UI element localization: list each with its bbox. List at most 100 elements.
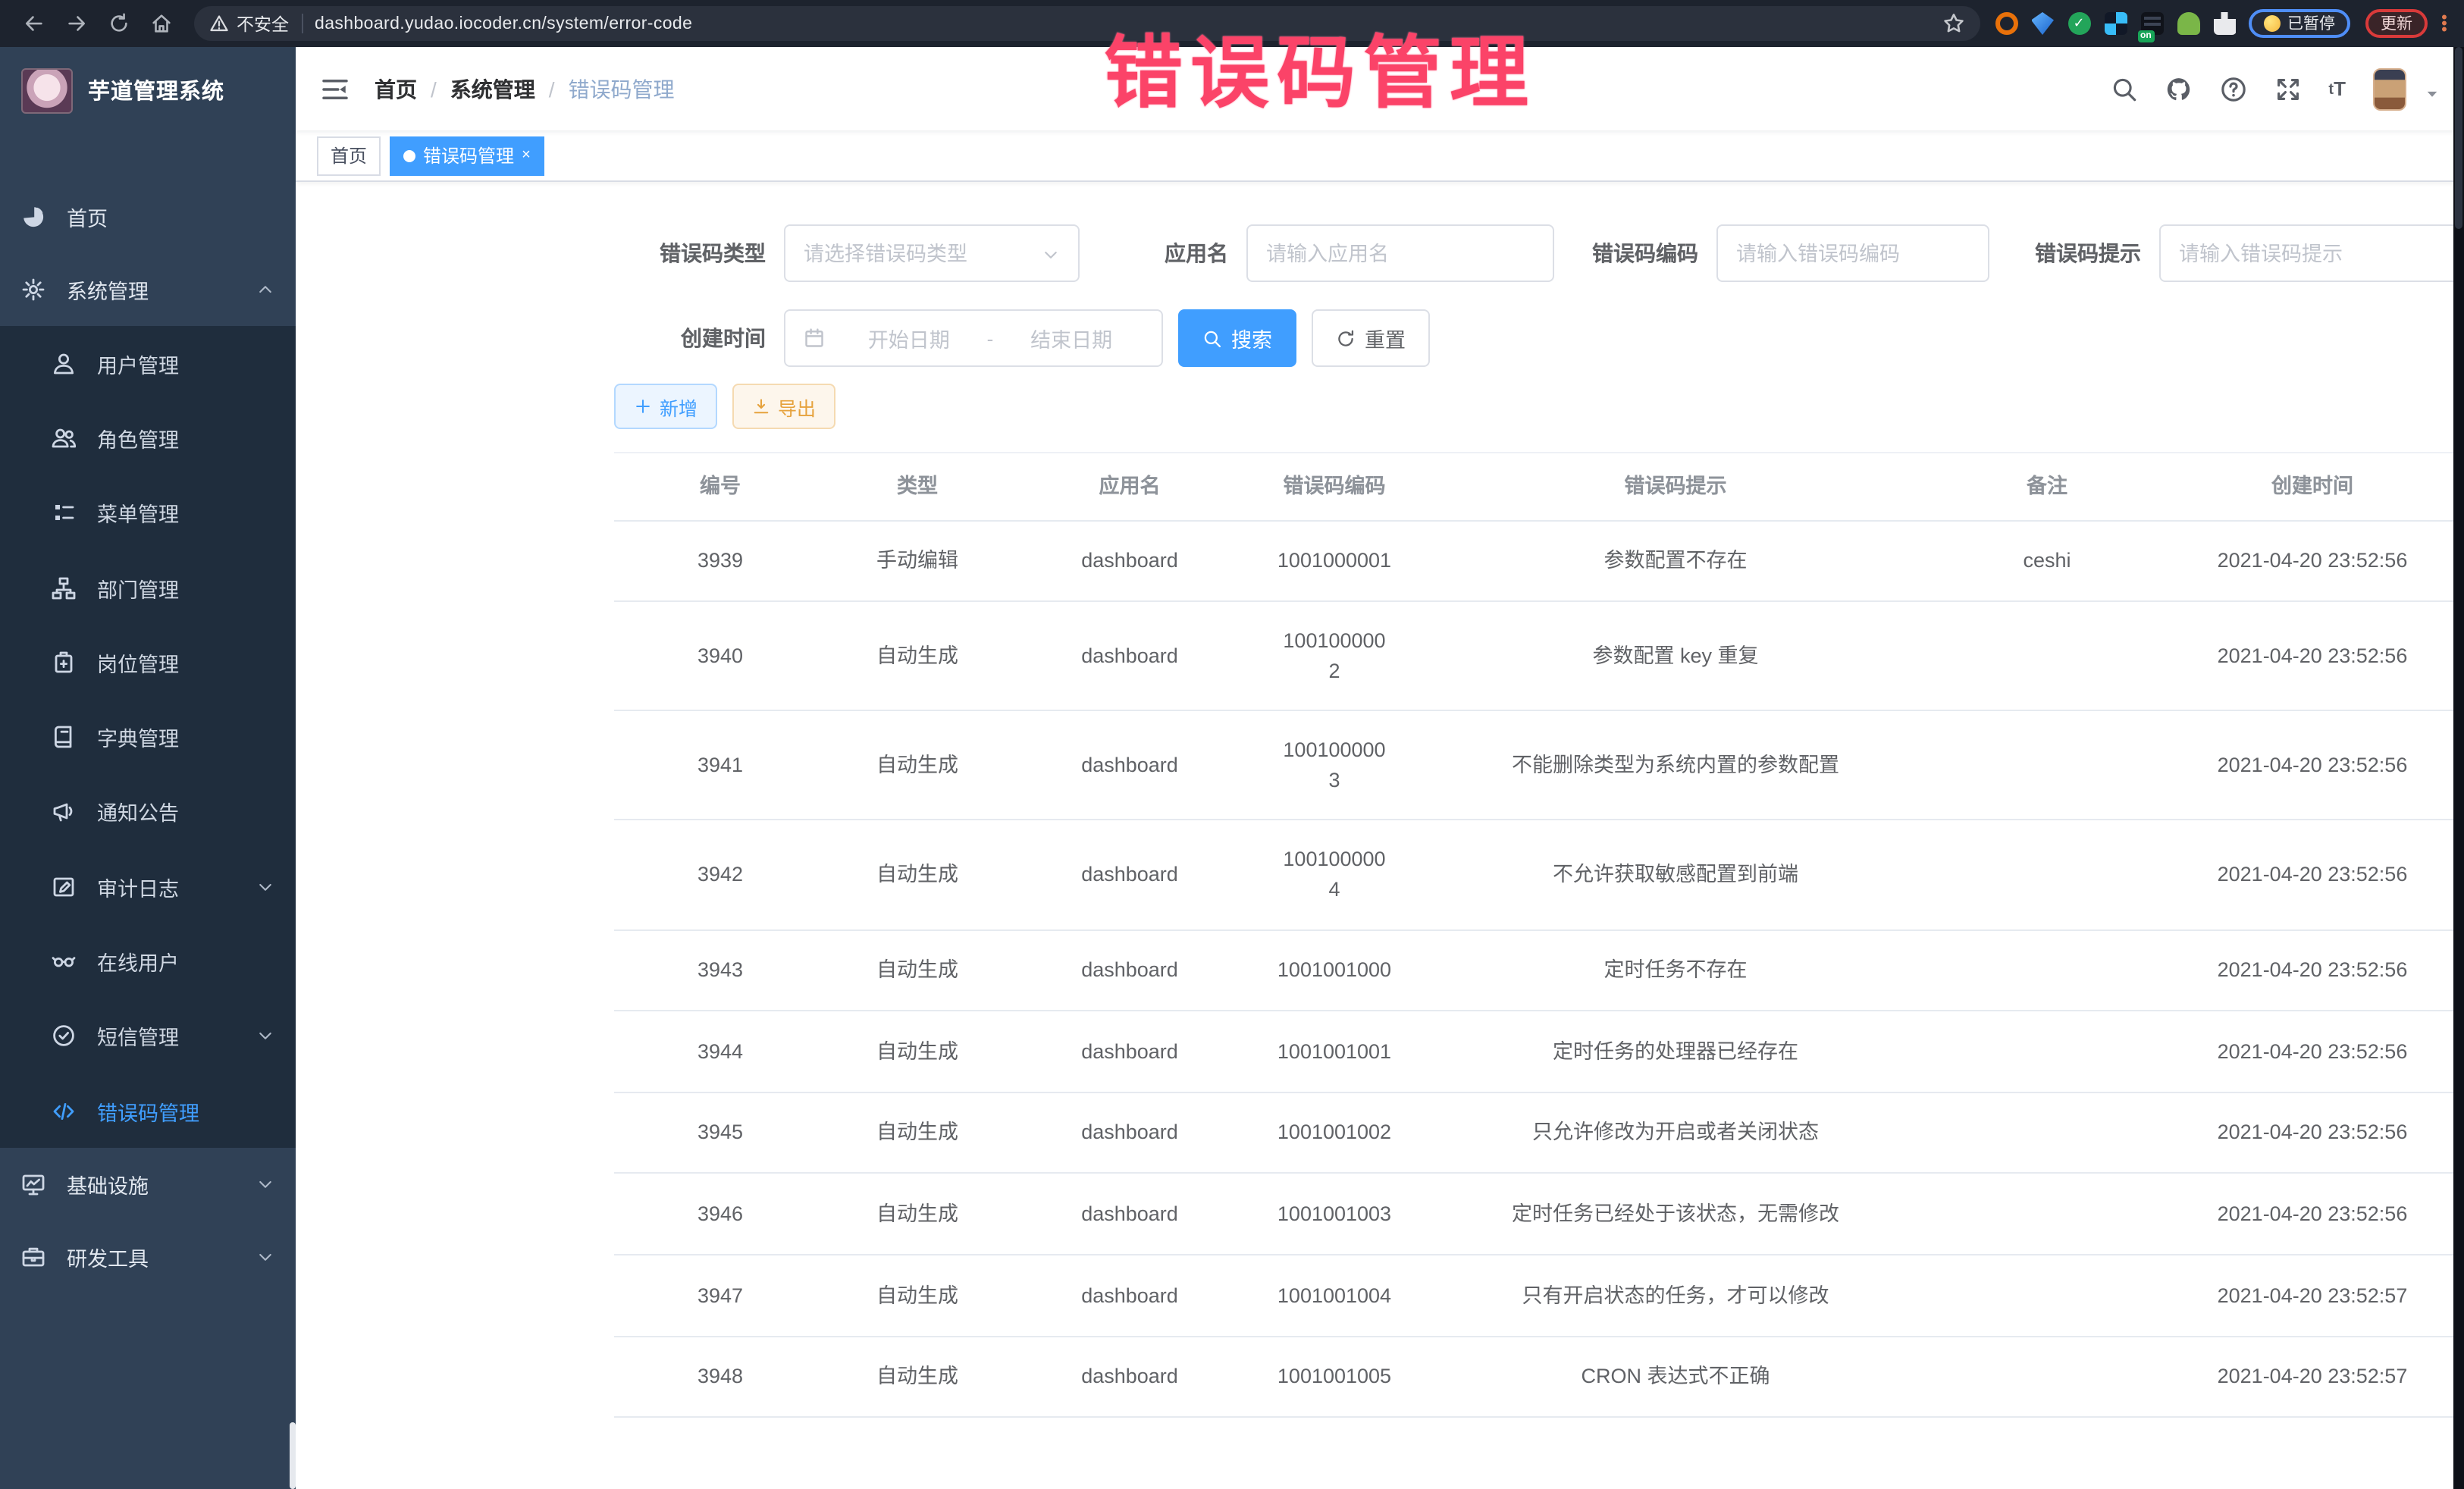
extension-icon[interactable] — [2104, 12, 2127, 35]
error-hint-field[interactable] — [2159, 224, 2459, 282]
cell-code: 1001001005 — [1251, 1337, 1418, 1415]
sidebar-item-基础设施[interactable]: 基础设施 — [0, 1149, 296, 1221]
sidebar-item-短信管理[interactable]: 短信管理 — [0, 998, 296, 1074]
sidebar-item-系统管理[interactable]: 系统管理 — [0, 253, 296, 326]
sidebar-item-错误码管理[interactable]: 错误码管理 — [0, 1074, 296, 1149]
chevron-up-icon — [256, 281, 274, 299]
sidebar-item-字典管理[interactable]: 字典管理 — [0, 700, 296, 775]
search-button[interactable]: 搜索 — [1178, 309, 1296, 367]
extension-icon[interactable] — [2177, 12, 2199, 35]
error-code-input[interactable] — [1736, 242, 1970, 265]
sidebar-logo[interactable]: 芋道管理系统 — [0, 47, 296, 133]
filter-row-2: 创建时间 开始日期 - 结束日期 搜索 — [614, 309, 2464, 367]
extension-icon[interactable]: ✓ — [2067, 12, 2090, 35]
add-button[interactable]: 新增 — [614, 384, 717, 429]
chevron-down-icon — [1042, 244, 1060, 262]
browser-reload-icon[interactable] — [102, 7, 135, 40]
app-name-input[interactable] — [1266, 242, 1535, 265]
breadcrumb-home[interactable]: 首页 — [375, 74, 417, 104]
cell-type: 自动生成 — [826, 835, 1008, 914]
cell-type: 自动生成 — [826, 726, 1008, 804]
error-type-select[interactable] — [784, 224, 1080, 282]
tab-label: 错误码管理 — [423, 143, 514, 168]
search-icon[interactable] — [2110, 75, 2137, 102]
sidebar-item-角色管理[interactable]: 角色管理 — [0, 401, 296, 476]
reset-button[interactable]: 重置 — [1312, 309, 1430, 367]
extension-icon[interactable]: on — [2140, 12, 2163, 35]
user-avatar[interactable] — [2373, 67, 2406, 110]
gear-icon — [21, 277, 45, 302]
megaphone-icon — [52, 800, 76, 824]
sidebar-item-label: 系统管理 — [67, 274, 149, 305]
fullscreen-icon[interactable] — [2274, 75, 2301, 102]
extension-icon[interactable] — [2031, 12, 2054, 35]
sidebar-item-label: 错误码管理 — [97, 1096, 199, 1126]
error-code-table: 编号类型应用名错误码编码错误码提示备注创建时间操作3939手动编辑dashboa… — [614, 452, 2464, 1418]
help-icon[interactable] — [2219, 75, 2246, 102]
export-button[interactable]: 导出 — [732, 384, 835, 429]
sidebar-item-label: 部门管理 — [97, 572, 179, 603]
cell-remark: ceshi — [1933, 522, 2161, 600]
table-row: 3947自动生成dashboard1001001004只有开启状态的任务，才可以… — [614, 1255, 2464, 1337]
view-tab-首页[interactable]: 首页 — [317, 136, 381, 175]
sidebar-item-部门管理[interactable]: 部门管理 — [0, 550, 296, 625]
breadcrumb-system[interactable]: 系统管理 — [450, 74, 535, 104]
cell-app: dashboard — [1008, 931, 1251, 1009]
table-toolbar: 新增 导出 — [614, 384, 2464, 429]
sidebar-item-菜单管理[interactable]: 菜单管理 — [0, 475, 296, 550]
chevron-down-icon — [256, 1027, 274, 1045]
error-code-label: 错误码编码 — [1554, 238, 1716, 268]
cell-type: 自动生成 — [826, 931, 1008, 1009]
table-row: 3942自动生成dashboard100100000 4不允许获取敏感配置到前端… — [614, 821, 2464, 930]
close-tab-icon[interactable]: × — [522, 147, 531, 164]
avatar-caret-down-icon[interactable] — [2425, 81, 2440, 96]
browser-menu-icon[interactable]: ••• — [2437, 14, 2452, 33]
error-type-select-input[interactable] — [804, 242, 1042, 265]
cell-time: 2021-04-20 23:52:56 — [2161, 1012, 2464, 1090]
cell-code: 1001000001 — [1251, 522, 1418, 600]
sidebar-item-通知公告[interactable]: 通知公告 — [0, 775, 296, 850]
column-header-备注: 备注 — [1933, 453, 2161, 519]
github-icon[interactable] — [2165, 75, 2192, 102]
dashboard-icon — [21, 205, 45, 229]
create-time-range-picker[interactable]: 开始日期 - 结束日期 — [784, 309, 1163, 367]
cell-code: 1001001002 — [1251, 1094, 1418, 1172]
browser-back-icon[interactable] — [17, 7, 50, 40]
error-hint-input[interactable] — [2179, 242, 2440, 265]
sidebar-item-研发工具[interactable]: 研发工具 — [0, 1221, 296, 1294]
page-scrollbar[interactable] — [2453, 47, 2464, 1489]
table-row: 3943自动生成dashboard1001001000定时任务不存在2021-0… — [614, 930, 2464, 1011]
sidebar-item-在线用户[interactable]: 在线用户 — [0, 924, 296, 999]
extension-on-badge: on — [2137, 30, 2155, 42]
browser-forward-icon[interactable] — [59, 7, 92, 40]
update-button[interactable]: 更新 — [2365, 9, 2428, 38]
app-name-label: 应用名 — [1080, 238, 1246, 268]
cell-remark — [1933, 1027, 2161, 1076]
cell-id: 3943 — [614, 931, 826, 1009]
font-size-icon[interactable]: tT — [2328, 79, 2346, 99]
collapse-sidebar-icon[interactable] — [320, 74, 350, 104]
date-range-separator: - — [981, 327, 1000, 350]
extensions-puzzle-icon[interactable] — [2213, 12, 2236, 35]
code-icon — [52, 1099, 76, 1123]
sidebar-item-首页[interactable]: 首页 — [0, 180, 296, 253]
view-tab-错误码管理[interactable]: 错误码管理 × — [390, 136, 544, 175]
cell-hint: 定时任务已经处于该状态，无需修改 — [1418, 1175, 1933, 1253]
app-name-field[interactable] — [1246, 224, 1554, 282]
paused-badge[interactable]: 已暂停 — [2248, 9, 2350, 38]
address-bar[interactable]: 不安全 dashboard.yudao.iocoder.cn/system/er… — [194, 6, 1980, 41]
sidebar-item-label: 审计日志 — [97, 871, 179, 901]
cell-time: 2021-04-20 23:52:56 — [2161, 726, 2464, 804]
extension-icon[interactable] — [1995, 12, 2017, 35]
cell-hint: 参数配置 key 重复 — [1418, 617, 1933, 695]
sidebar-scrollbar[interactable] — [290, 1422, 296, 1489]
online-users-icon — [52, 949, 76, 973]
error-code-field[interactable] — [1716, 224, 1989, 282]
sidebar-item-用户管理[interactable]: 用户管理 — [0, 326, 296, 401]
bookmark-star-icon[interactable] — [1942, 12, 1964, 35]
sidebar-item-岗位管理[interactable]: 岗位管理 — [0, 625, 296, 700]
sidebar-item-审计日志[interactable]: 审计日志 — [0, 849, 296, 924]
cell-code: 1001001004 — [1251, 1256, 1418, 1334]
browser-home-icon[interactable] — [144, 7, 177, 40]
active-tab-dot — [403, 149, 415, 161]
